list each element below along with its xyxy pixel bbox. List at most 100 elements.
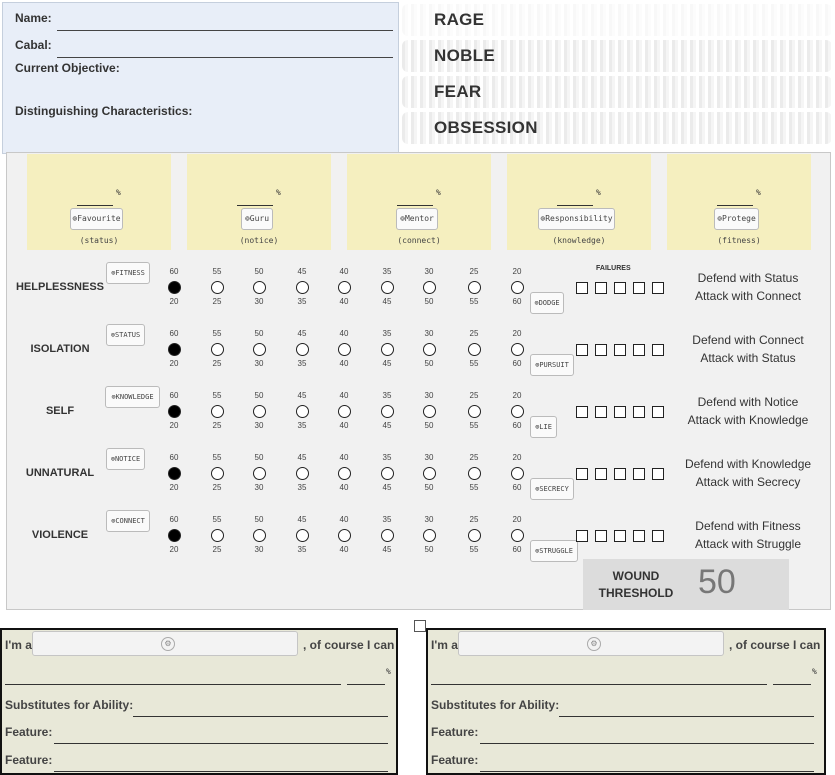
meter-circle[interactable] — [338, 343, 351, 356]
meter-circle[interactable] — [381, 343, 394, 356]
failure-checkbox[interactable] — [595, 344, 607, 356]
failure-checkbox[interactable] — [652, 468, 664, 480]
stress-row-obsession[interactable]: OBSESSION — [402, 112, 832, 144]
meter-circle[interactable] — [381, 529, 394, 542]
meter-circle[interactable] — [381, 281, 394, 294]
relationship-pct-field[interactable] — [717, 205, 753, 206]
meter-circle[interactable] — [511, 467, 524, 480]
identity-ability-field[interactable] — [5, 684, 341, 685]
meter-circle[interactable] — [468, 405, 481, 418]
meter-circle[interactable] — [468, 467, 481, 480]
meter-circle[interactable] — [468, 529, 481, 542]
failure-checkbox[interactable] — [576, 468, 588, 480]
meter-circle[interactable] — [423, 467, 436, 480]
meter-circle[interactable] — [296, 405, 309, 418]
meter-circle[interactable] — [211, 343, 224, 356]
failure-checkbox[interactable] — [576, 530, 588, 542]
meter-circle[interactable] — [253, 467, 266, 480]
stress-row-rage[interactable]: RAGE — [402, 4, 832, 36]
meter-circle[interactable] — [211, 405, 224, 418]
failure-checkbox[interactable] — [614, 344, 626, 356]
name-field[interactable] — [57, 30, 393, 31]
relationship-pct-field[interactable] — [77, 205, 113, 206]
failure-checkbox[interactable] — [614, 530, 626, 542]
meter-circle[interactable] — [423, 405, 436, 418]
failure-checkbox[interactable] — [652, 344, 664, 356]
meter-skill-button[interactable]: ⊚DODGE — [530, 292, 564, 314]
meter-ability-button[interactable]: ⊚STATUS — [106, 324, 145, 346]
meter-circle[interactable] — [211, 529, 224, 542]
meter-circle[interactable] — [338, 405, 351, 418]
failure-checkbox[interactable] — [595, 282, 607, 294]
meter-circle[interactable] — [168, 343, 181, 356]
checkbox[interactable] — [414, 620, 426, 632]
failure-checkbox[interactable] — [633, 282, 645, 294]
meter-skill-button[interactable]: ⊚STRUGGLE — [530, 540, 578, 562]
failure-checkbox[interactable] — [652, 406, 664, 418]
meter-circle[interactable] — [211, 281, 224, 294]
meter-circle[interactable] — [511, 281, 524, 294]
meter-circle[interactable] — [468, 281, 481, 294]
meter-circle[interactable] — [253, 405, 266, 418]
meter-circle[interactable] — [296, 529, 309, 542]
meter-circle[interactable] — [253, 281, 266, 294]
failure-checkbox[interactable] — [595, 406, 607, 418]
meter-circle[interactable] — [296, 467, 309, 480]
failure-checkbox[interactable] — [633, 468, 645, 480]
relationship-pct-field[interactable] — [397, 205, 433, 206]
meter-circle[interactable] — [338, 529, 351, 542]
substitutes-field[interactable] — [133, 716, 388, 717]
feature-field[interactable] — [480, 743, 814, 744]
identity-ability-field[interactable] — [431, 684, 767, 685]
failure-checkbox[interactable] — [652, 530, 664, 542]
meter-circle[interactable] — [296, 343, 309, 356]
meter-circle[interactable] — [338, 467, 351, 480]
failure-checkbox[interactable] — [576, 282, 588, 294]
meter-ability-button[interactable]: ⊚KNOWLEDGE — [105, 386, 160, 408]
failure-checkbox[interactable] — [633, 406, 645, 418]
relationship-button[interactable]: ⊚Favourite — [70, 208, 123, 230]
failure-checkbox[interactable] — [595, 530, 607, 542]
failure-checkbox[interactable] — [652, 282, 664, 294]
stress-row-noble[interactable]: NOBLE — [402, 40, 832, 72]
meter-circle[interactable] — [338, 281, 351, 294]
failure-checkbox[interactable] — [614, 282, 626, 294]
meter-circle[interactable] — [423, 343, 436, 356]
meter-circle[interactable] — [168, 405, 181, 418]
stress-row-fear[interactable]: FEAR — [402, 76, 832, 108]
identity-name-input[interactable]: ⚙ — [458, 631, 724, 656]
meter-circle[interactable] — [168, 529, 181, 542]
feature-field[interactable] — [54, 771, 388, 772]
relationship-pct-field[interactable] — [557, 205, 593, 206]
meter-circle[interactable] — [296, 281, 309, 294]
meter-circle[interactable] — [511, 405, 524, 418]
identity-pct-field[interactable] — [773, 684, 811, 685]
relationship-button[interactable]: ⊚Responsibility — [538, 208, 615, 230]
meter-circle[interactable] — [381, 405, 394, 418]
relationship-button[interactable]: ⊚Guru — [241, 208, 273, 230]
failure-checkbox[interactable] — [633, 530, 645, 542]
cabal-field[interactable] — [57, 57, 393, 58]
meter-circle[interactable] — [423, 529, 436, 542]
identity-pct-field[interactable] — [347, 684, 385, 685]
meter-circle[interactable] — [511, 343, 524, 356]
identity-name-input[interactable]: ⚙ — [32, 631, 298, 656]
meter-circle[interactable] — [168, 281, 181, 294]
meter-ability-button[interactable]: ⊚NOTICE — [106, 448, 145, 470]
meter-ability-button[interactable]: ⊚FITNESS — [106, 262, 150, 284]
failure-checkbox[interactable] — [576, 344, 588, 356]
meter-circle[interactable] — [253, 343, 266, 356]
meter-circle[interactable] — [381, 467, 394, 480]
meter-circle[interactable] — [168, 467, 181, 480]
meter-circle[interactable] — [253, 529, 266, 542]
failure-checkbox[interactable] — [576, 406, 588, 418]
meter-circle[interactable] — [511, 529, 524, 542]
meter-circle[interactable] — [423, 281, 436, 294]
feature-field[interactable] — [54, 743, 388, 744]
failure-checkbox[interactable] — [595, 468, 607, 480]
meter-skill-button[interactable]: ⊚SECRECY — [530, 478, 574, 500]
relationship-button[interactable]: ⊚Protege — [714, 208, 759, 230]
relationship-button[interactable]: ⊚Mentor — [396, 208, 438, 230]
feature-field[interactable] — [480, 771, 814, 772]
substitutes-field[interactable] — [559, 716, 814, 717]
